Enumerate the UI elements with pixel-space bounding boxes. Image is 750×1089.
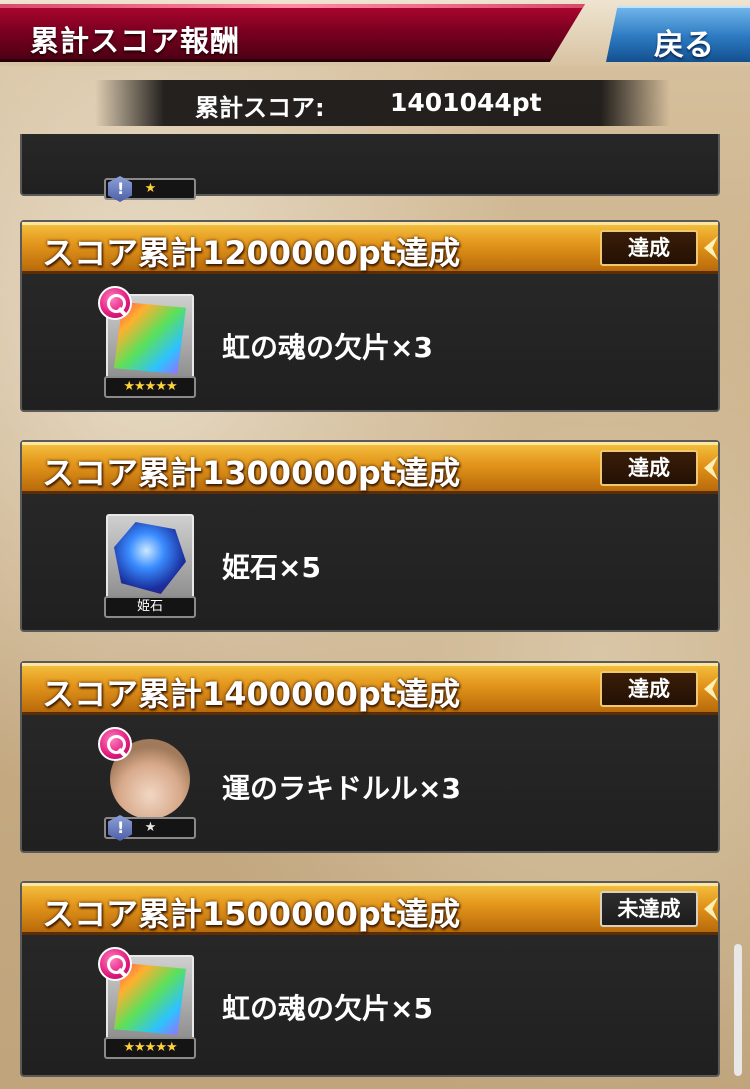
total-score-bar: 累計スコア: 1401044pt: [95, 80, 670, 126]
star-rating: ★: [144, 181, 157, 196]
item-plate: 姫石: [104, 596, 196, 618]
zoom-in-icon[interactable]: [98, 727, 132, 761]
star-rating: ★★★★★: [123, 379, 177, 394]
reward-title: スコア累計1500000pt達成: [42, 895, 461, 933]
status-badge: 達成: [600, 671, 698, 707]
reward-item-icon[interactable]: ★★★★★: [98, 286, 196, 398]
scrollbar[interactable]: [734, 944, 742, 1076]
ornament-icon: [704, 456, 718, 480]
reward-item-icon[interactable]: 姫石: [104, 514, 196, 618]
status-badge: 未達成: [600, 891, 698, 927]
item-plate: ★★★★★: [104, 376, 196, 398]
title-banner: 累計スコア報酬: [0, 4, 585, 62]
total-score-value: 1401044pt: [390, 88, 542, 117]
reward-item-icon[interactable]: ★: [98, 727, 196, 841]
reward-item-icon[interactable]: ★★★★★: [98, 947, 196, 1059]
reward-card-header: スコア累計1200000pt達成 達成: [22, 222, 718, 274]
zoom-in-icon[interactable]: [98, 947, 132, 981]
reward-item-name: 運のラキドルル×3: [222, 772, 461, 805]
back-button[interactable]: 戻る: [606, 6, 750, 62]
zoom-in-icon[interactable]: [98, 286, 132, 320]
page-title: 累計スコア報酬: [30, 24, 241, 58]
ornament-icon: [704, 897, 718, 921]
ornament-icon: [704, 236, 718, 260]
item-plate: ★★★★★: [104, 1037, 196, 1059]
princess-stone-icon: [114, 522, 186, 594]
star-rating: ★: [144, 820, 157, 835]
reward-card-header: スコア累計1300000pt達成 達成: [22, 442, 718, 494]
reward-item-name: 虹の魂の欠片×5: [222, 992, 433, 1025]
reward-title: スコア累計1400000pt達成: [42, 675, 461, 713]
back-button-label: 戻る: [654, 28, 714, 63]
reward-item-name: 虹の魂の欠片×3: [222, 331, 433, 364]
top-bar: 累計スコア報酬 戻る: [0, 0, 750, 66]
reward-list[interactable]: ★ スコア累計1200000pt達成 達成 ★★★★★ 虹の魂の欠片×3 スコア…: [0, 134, 750, 1089]
reward-title: スコア累計1300000pt達成: [42, 454, 461, 492]
status-badge: 達成: [600, 450, 698, 486]
reward-card-header: スコア累計1400000pt達成 達成: [22, 663, 718, 715]
reward-card: スコア累計1400000pt達成 達成 ★ 運のラキドルル×3: [20, 661, 720, 853]
reward-card-partial: ★: [20, 134, 720, 202]
reward-card: スコア累計1500000pt達成 未達成 ★★★★★ 虹の魂の欠片×5: [20, 881, 720, 1077]
reward-item-name: 姫石×5: [222, 551, 321, 584]
reward-card: スコア累計1200000pt達成 達成 ★★★★★ 虹の魂の欠片×3: [20, 220, 720, 412]
item-plate-label: 姫石: [136, 599, 163, 614]
reward-title: スコア累計1200000pt達成: [42, 234, 461, 272]
reward-item-icon[interactable]: ★: [104, 134, 196, 202]
ornament-icon: [704, 677, 718, 701]
item-frame: [106, 514, 194, 602]
total-score-label: 累計スコア:: [195, 94, 325, 122]
star-rating: ★★★★★: [123, 1040, 177, 1055]
reward-card-header: スコア累計1500000pt達成 未達成: [22, 883, 718, 935]
reward-card: スコア累計1300000pt達成 達成 姫石 姫石×5: [20, 440, 720, 632]
status-badge: 達成: [600, 230, 698, 266]
